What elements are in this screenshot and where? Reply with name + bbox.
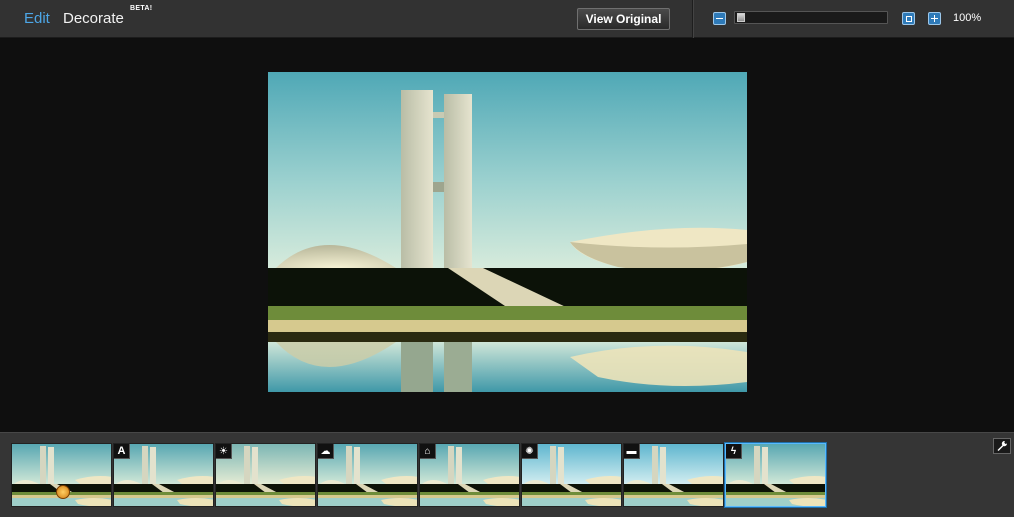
tab-decorate[interactable]: Decorate (63, 10, 124, 27)
light-bulb-icon: ✺ (522, 444, 538, 459)
wrench-icon (997, 440, 1008, 451)
effect-thumbnail[interactable]: ⌂ (419, 443, 520, 507)
flash-burst-icon: ▬ (624, 444, 640, 459)
tab-edit[interactable]: Edit (24, 10, 50, 27)
effect-thumbnail[interactable]: ☁ (317, 443, 418, 507)
toolbar-divider (692, 0, 693, 38)
zoom-percentage: 100% (953, 12, 982, 24)
zoom-fit-button[interactable] (902, 12, 915, 25)
thumbnail-row: A ☀ ☁ ⌂ ✺ ▬ ϟ (11, 443, 827, 507)
view-original-button[interactable]: View Original (577, 8, 670, 30)
zoom-in-button[interactable] (928, 12, 941, 25)
brightness-sun-icon: ☀ (216, 444, 232, 459)
zoom-slider-handle[interactable] (737, 13, 745, 22)
edited-photo (268, 72, 747, 392)
minus-icon (716, 15, 723, 22)
zoom-out-button[interactable] (713, 12, 726, 25)
auto-fix-icon: A (114, 444, 130, 459)
image-canvas (0, 39, 1014, 432)
zoom-slider[interactable] (734, 11, 888, 24)
toolbar: Edit Decorate BETA! View Original 100% (0, 0, 1014, 38)
effect-thumbnail[interactable] (11, 443, 112, 507)
effects-filmstrip: A ☀ ☁ ⌂ ✺ ▬ ϟ (0, 432, 1014, 517)
cloud-icon: ☁ (318, 444, 334, 459)
effect-thumbnail[interactable]: ▬ (623, 443, 724, 507)
effect-thumbnail[interactable]: A (113, 443, 214, 507)
house-icon: ⌂ (420, 444, 436, 459)
plus-icon (931, 15, 938, 22)
lightning-icon: ϟ (726, 444, 742, 459)
effect-thumbnail[interactable]: ✺ (521, 443, 622, 507)
hand-pointer-icon (56, 485, 70, 499)
effect-thumbnail[interactable]: ☀ (215, 443, 316, 507)
effect-thumbnail[interactable]: ϟ (725, 443, 826, 507)
fit-screen-icon (905, 15, 912, 22)
beta-badge: BETA! (130, 5, 153, 12)
tools-button[interactable] (993, 438, 1011, 454)
